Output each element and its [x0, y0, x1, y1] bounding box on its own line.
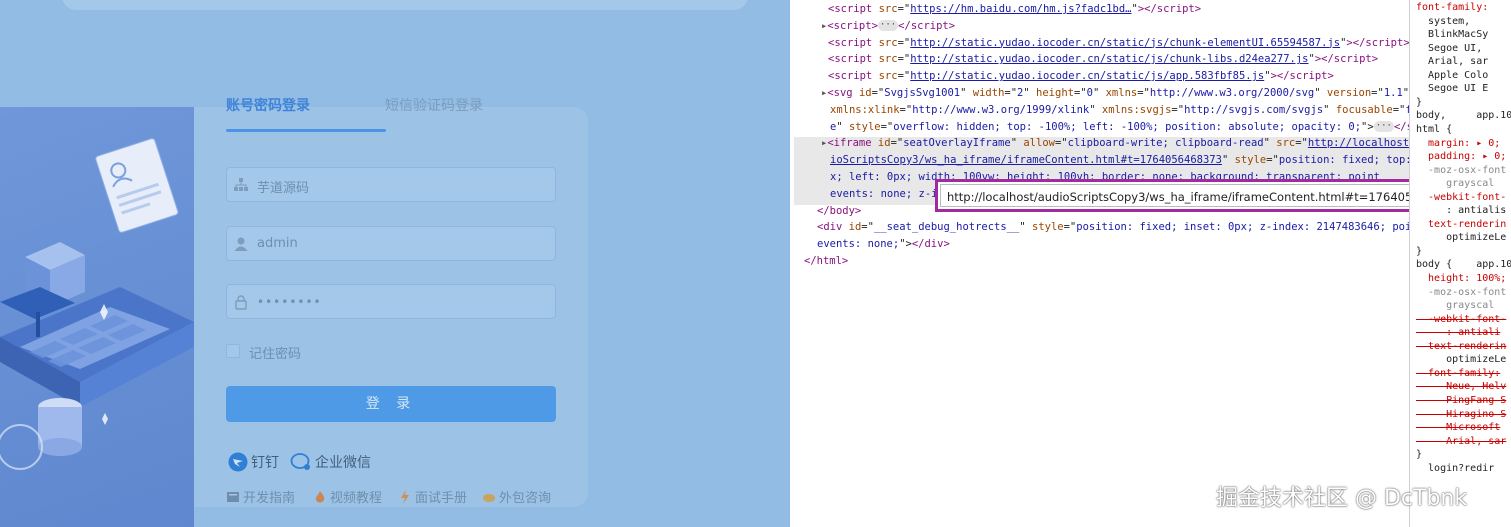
style-rule-line[interactable]: html {: [1416, 123, 1452, 137]
style-rule-line[interactable]: Hiragino S: [1416, 408, 1506, 422]
tenant-input[interactable]: 芋道源码: [226, 167, 556, 202]
flame-icon: [315, 490, 325, 502]
tenant-icon: [234, 178, 248, 191]
style-rule-line[interactable]: Segoe UI E: [1416, 82, 1488, 96]
handshake-icon: [483, 493, 495, 502]
style-rule-line[interactable]: body { app.10f: [1416, 258, 1511, 272]
tooltip-url: http://localhost/audioScriptsCopy3/ws_ha…: [947, 190, 1464, 204]
dom-line[interactable]: ▸<svg id="SvgjsSvg1001" width="2" height…: [821, 85, 1409, 102]
wecom-icon: [290, 453, 310, 470]
active-tab-indicator: [226, 129, 386, 132]
style-rule-line[interactable]: padding: ▸ 0;: [1416, 150, 1506, 164]
style-rule-line[interactable]: font-family:: [1416, 367, 1500, 381]
watermark: 掘金技术社区 @ DcTbnk: [1216, 486, 1468, 511]
style-rule-line[interactable]: PingFang S: [1416, 394, 1506, 408]
dom-line[interactable]: <div id="__seat_debug_hotrects__" style=…: [817, 219, 1409, 236]
style-rule-line[interactable]: : antiali: [1416, 326, 1500, 340]
dingtalk-icon: [228, 452, 248, 472]
style-rule-line[interactable]: }: [1416, 448, 1422, 462]
lightning-icon: [401, 489, 409, 504]
dom-line[interactable]: ▸<script> ··· </script>: [821, 18, 955, 35]
style-rule-line[interactable]: text-renderin: [1416, 340, 1506, 354]
style-rule-line[interactable]: optimizeLe: [1416, 353, 1506, 367]
dom-line[interactable]: <script src="http://static.yudao.iocoder…: [828, 35, 1409, 52]
style-rule-line[interactable]: Microsoft: [1416, 421, 1500, 435]
style-rule-line[interactable]: system,: [1416, 15, 1470, 29]
lock-icon: [235, 295, 247, 310]
style-rule-line[interactable]: Arial, sar: [1416, 55, 1488, 69]
dom-line[interactable]: ▸<iframe id="seatOverlayIframe" allow="c…: [821, 135, 1409, 152]
style-rule-line[interactable]: body, app.10f: [1416, 109, 1511, 123]
wecom-login[interactable]: 企业微信: [290, 451, 371, 473]
styles-pane: font-family: system, BlinkMacSy Segoe UI…: [1409, 0, 1511, 527]
tab-account-password-login[interactable]: 账号密码登录: [226, 95, 310, 115]
wecom-label: 企业微信: [315, 455, 371, 471]
login-button[interactable]: 登 录: [226, 386, 556, 422]
style-rule-line[interactable]: Neue, Helv: [1416, 380, 1506, 394]
style-rule-line[interactable]: Segoe UI,: [1416, 42, 1482, 56]
dom-line[interactable]: </body>: [817, 203, 861, 220]
illustration-graphic: [0, 138, 194, 470]
dom-line[interactable]: xmlns:xlink="http://www.w3.org/1999/xlin…: [830, 102, 1409, 119]
url-tooltip: http://localhost/audioScriptsCopy3/ws_ha…: [935, 179, 1467, 212]
style-rule-line[interactable]: BlinkMacSy: [1416, 28, 1488, 42]
dev-guide-label: 开发指南: [243, 491, 296, 506]
interview-manual-label: 面试手册: [415, 491, 468, 506]
style-rule-line[interactable]: -moz-osx-font: [1416, 286, 1506, 300]
style-rule-line[interactable]: login?redir: [1416, 462, 1494, 476]
style-rule-line[interactable]: }: [1416, 245, 1422, 259]
style-rule-line[interactable]: margin: ▸ 0;: [1416, 137, 1500, 151]
interview-manual-link[interactable]: 面试手册: [398, 487, 467, 506]
style-rule-line[interactable]: text-renderin: [1416, 218, 1506, 232]
dom-line[interactable]: events: none;"></div>: [817, 236, 950, 253]
top-card: [62, 0, 748, 10]
password-value: ••••••••: [257, 295, 322, 309]
remember-password-checkbox[interactable]: [226, 344, 240, 358]
remember-password-label[interactable]: 记住密码: [249, 343, 301, 362]
style-rule-line[interactable]: : antialis: [1416, 204, 1506, 218]
outsourcing-link[interactable]: 外包咨询: [482, 487, 551, 506]
style-rule-line[interactable]: Arial, sar: [1416, 435, 1506, 449]
username-input[interactable]: admin: [226, 226, 556, 261]
dom-line[interactable]: <script src="https://hm.baidu.com/hm.js?…: [828, 1, 1201, 18]
style-rule-line[interactable]: height: 100%;: [1416, 272, 1506, 286]
style-rule-line[interactable]: Apple Colo: [1416, 69, 1488, 83]
video-tutorial-label: 视频教程: [330, 491, 383, 506]
dingtalk-label: 钉钉: [251, 455, 279, 471]
style-rule-line[interactable]: -webkit-font-: [1416, 191, 1506, 205]
style-rule-line[interactable]: -moz-osx-font: [1416, 164, 1506, 178]
password-input[interactable]: ••••••••: [226, 284, 556, 319]
video-tutorial-link[interactable]: 视频教程: [313, 487, 382, 506]
dom-line[interactable]: </html>: [804, 253, 848, 270]
style-rule-line[interactable]: -webkit-font-: [1416, 313, 1506, 327]
style-rule-line[interactable]: font-family:: [1416, 1, 1488, 15]
dev-guide-link[interactable]: 开发指南: [226, 487, 295, 506]
user-icon: [234, 237, 248, 251]
isometric-illustration: [0, 107, 194, 527]
outsourcing-label: 外包咨询: [499, 491, 552, 506]
tenant-value: 芋道源码: [257, 181, 310, 196]
style-rule-line[interactable]: grayscal: [1416, 177, 1494, 191]
dom-line[interactable]: ioScriptsCopy3/ws_ha_iframe/iframeConten…: [830, 152, 1409, 169]
style-rule-line[interactable]: grayscal: [1416, 299, 1494, 313]
dom-line[interactable]: e" style="overflow: hidden; top: -100%; …: [830, 119, 1409, 136]
style-rule-line[interactable]: }: [1416, 96, 1422, 110]
dom-line[interactable]: <script src="http://static.yudao.iocoder…: [828, 68, 1334, 85]
devtools-elements-panel: <script src="https://hm.baidu.com/hm.js?…: [790, 0, 1409, 527]
style-rule-line[interactable]: optimizeLe: [1416, 231, 1506, 245]
book-icon: [227, 491, 239, 502]
login-page-viewport: 账号密码登录 短信验证码登录 芋道源码 admin •••••••• 记住密码 …: [0, 0, 790, 527]
tab-sms-code-login[interactable]: 短信验证码登录: [385, 95, 483, 115]
username-value: admin: [257, 236, 298, 251]
dom-line[interactable]: <script src="http://static.yudao.iocoder…: [828, 51, 1378, 68]
dingtalk-login[interactable]: 钉钉: [228, 451, 279, 473]
